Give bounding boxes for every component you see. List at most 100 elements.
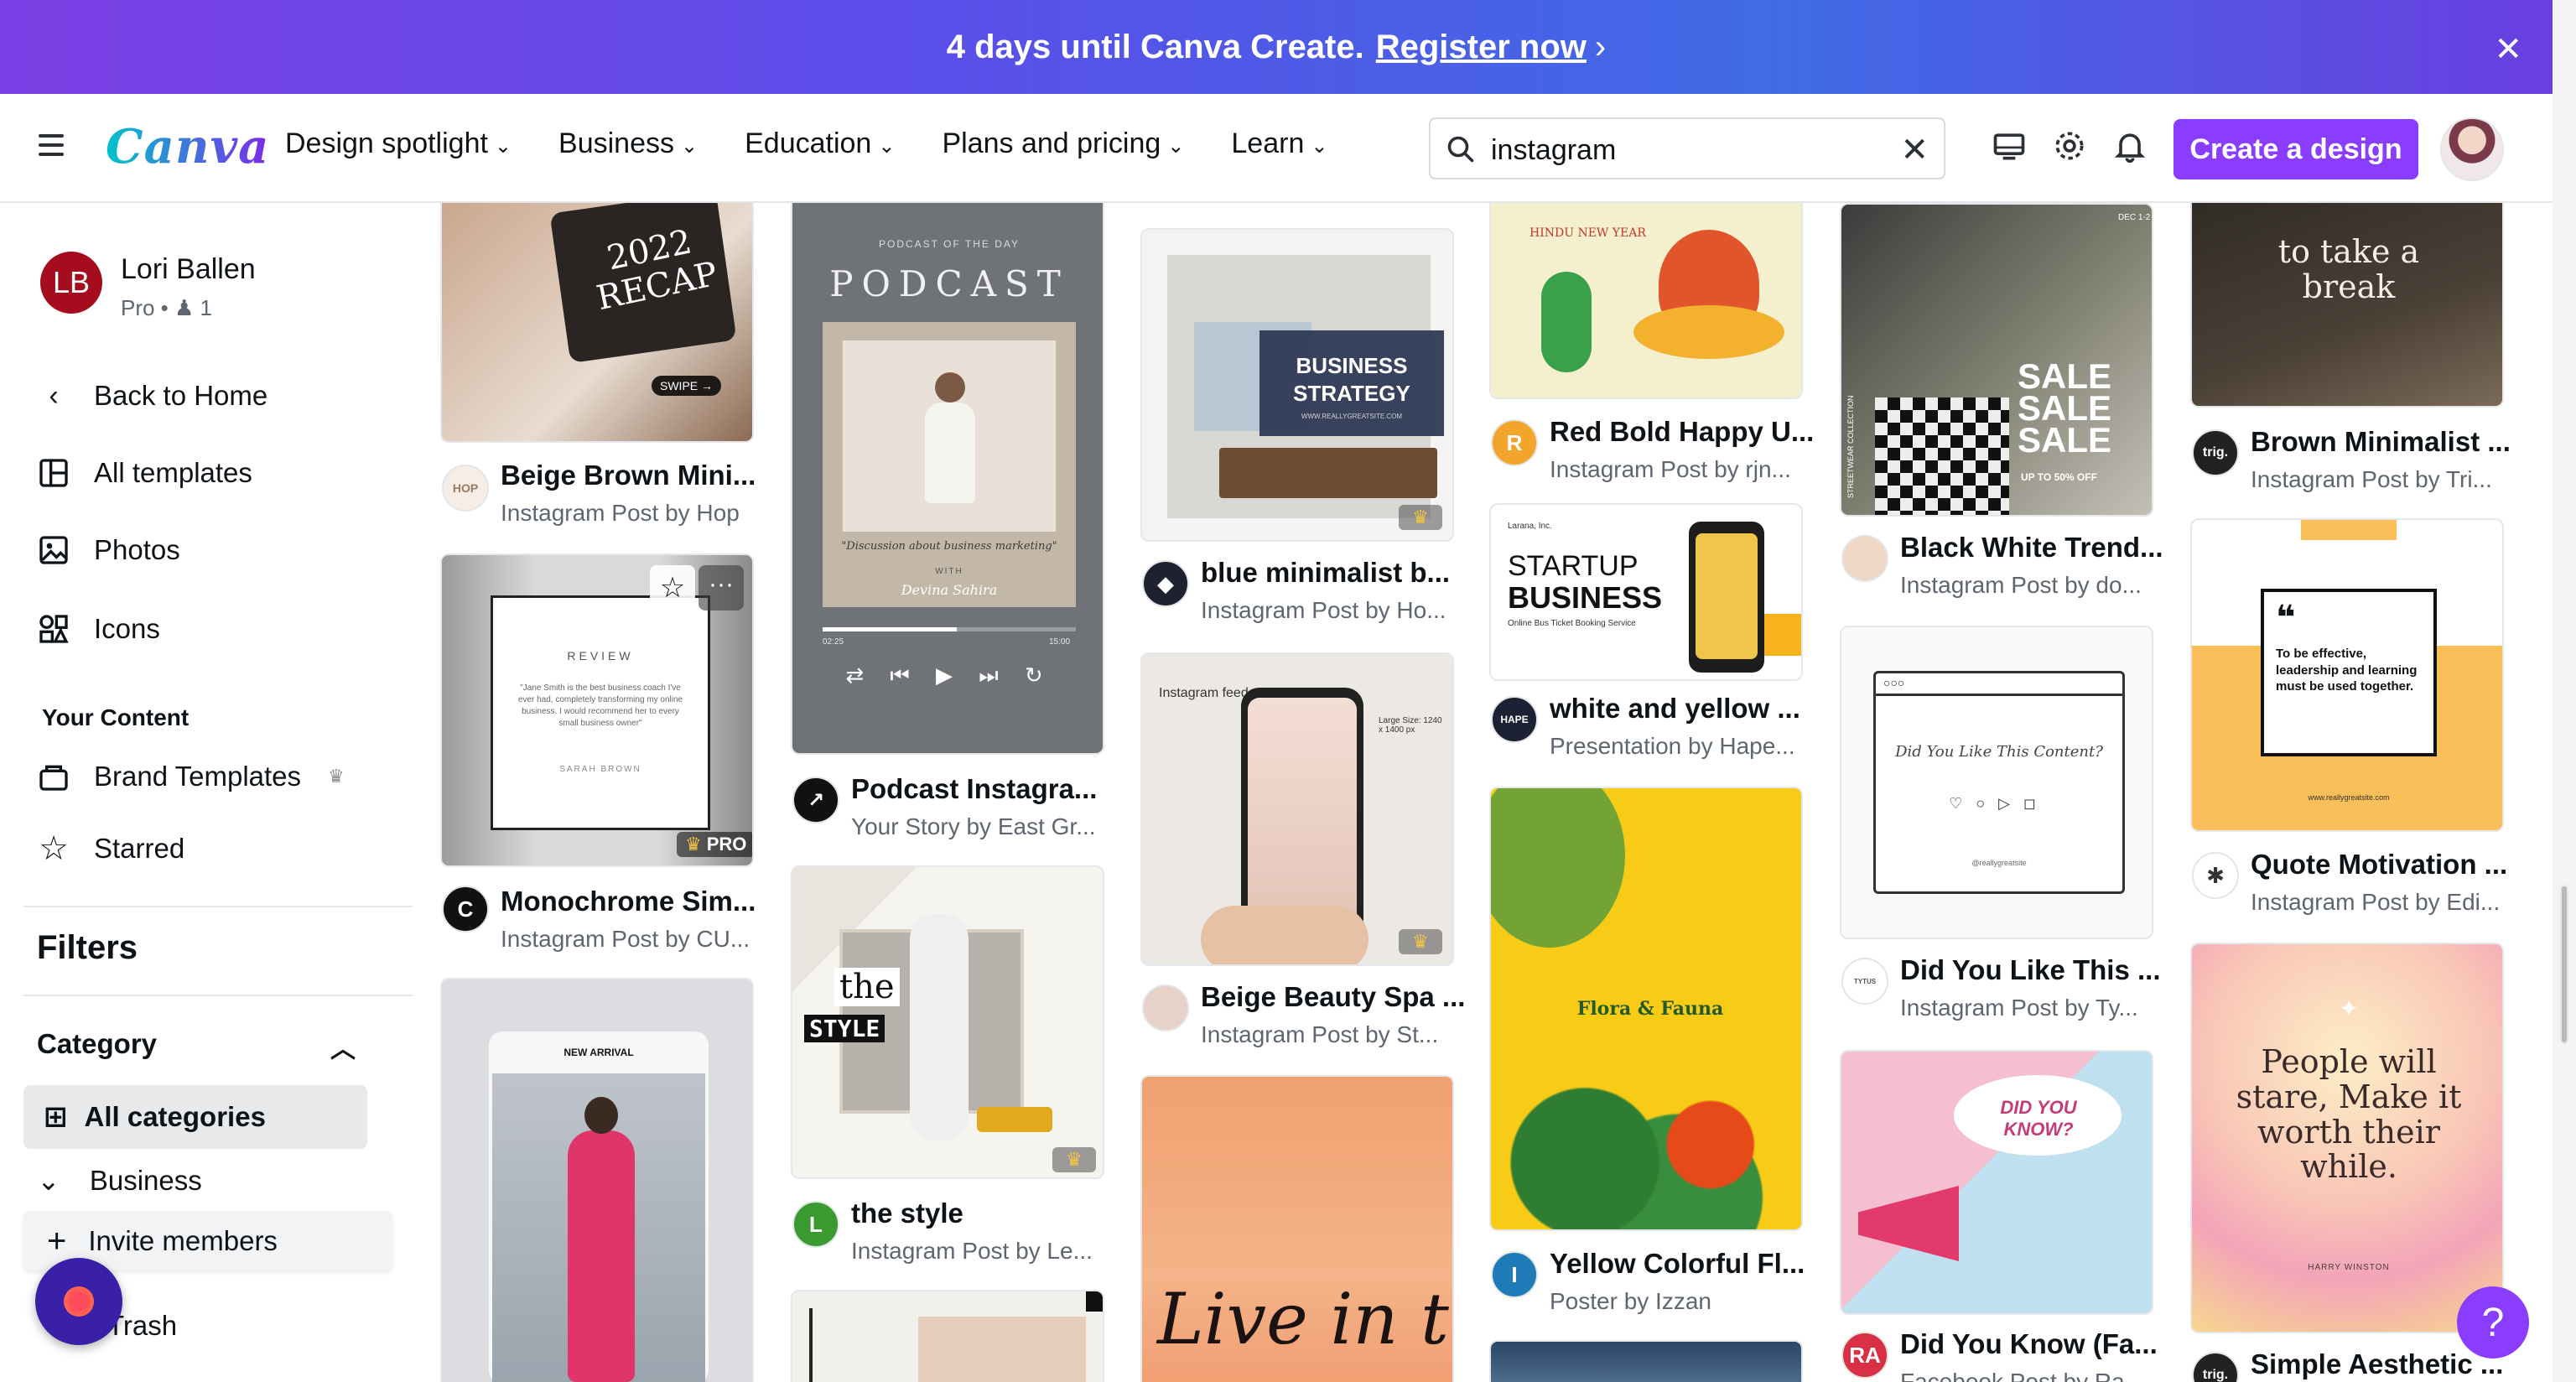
- close-banner-icon[interactable]: ✕: [2494, 30, 2522, 69]
- chevron-right-icon: ›: [1594, 28, 1607, 65]
- thumb-url: www.reallygreatsite.com: [2308, 793, 2390, 802]
- logo-icon: ↗: [807, 788, 825, 812]
- template-title[interactable]: Podcast Instagra...: [851, 773, 1119, 805]
- template-title[interactable]: Monochrome Sim...: [501, 886, 769, 917]
- creator-avatar[interactable]: ✱: [2192, 852, 2239, 899]
- template-thumbnail[interactable]: 2022 RECAP SWIPE →: [440, 203, 754, 443]
- main-nav: Design spotlight ⌄ Business ⌄ Education ⌄ P…: [285, 127, 1374, 160]
- template-subtitle: Facebook Post by Ra...: [1900, 1369, 2145, 1382]
- template-thumbnail[interactable]: Larana, Inc. STARTUP BUSINESS Online Bus…: [1489, 503, 1803, 681]
- template-thumbnail[interactable]: Instagram feed Large Size: 1240 x 1400 p…: [1140, 652, 1454, 966]
- search-input[interactable]: instagram: [1491, 134, 1616, 167]
- register-now-link[interactable]: Register now: [1376, 29, 1587, 66]
- creator-avatar[interactable]: HOP: [442, 465, 489, 512]
- thumb-by: HARRY WINSTON: [2308, 1263, 2390, 1272]
- scrollbar-thumb[interactable]: [2560, 885, 2568, 1044]
- template-thumbnail[interactable]: the STYLE ♛: [791, 865, 1104, 1179]
- template-thumbnail[interactable]: Live in the: [1140, 1075, 1454, 1382]
- assistant-icon: [64, 1286, 94, 1317]
- bell-icon[interactable]: [2111, 127, 2148, 164]
- sidebar-item-icons[interactable]: Icons: [37, 612, 160, 646]
- filters-heading: Filters: [37, 929, 138, 966]
- nav-plans-pricing[interactable]: Plans and pricing ⌄: [942, 127, 1184, 160]
- creator-avatar[interactable]: R: [1491, 419, 1538, 466]
- template-thumbnail[interactable]: HINDU NEW YEAR: [1489, 203, 1803, 399]
- template-thumbnail[interactable]: STREETWEAR COLLECTION DEC 1-2 SALE SALE …: [1840, 203, 2153, 517]
- template-thumbnail[interactable]: [791, 1290, 1104, 1382]
- template-title[interactable]: Yellow Colorful Fl...: [1550, 1248, 1818, 1280]
- help-button[interactable]: ?: [2457, 1286, 2529, 1359]
- template-subtitle: Instagram Post by Ho...: [1201, 597, 1446, 623]
- filter-business[interactable]: ⌄ Business: [37, 1164, 202, 1197]
- nav-business[interactable]: Business ⌄: [558, 127, 698, 160]
- search-bar[interactable]: instagram ✕: [1429, 117, 1945, 179]
- creator-avatar[interactable]: HAPE: [1491, 696, 1538, 743]
- template-thumbnail[interactable]: ✦ People will stare, Make it worth their…: [2190, 943, 2504, 1333]
- nav-design-spotlight[interactable]: Design spotlight ⌄: [285, 127, 512, 160]
- thumb-quote: "Discussion about business marketing": [841, 540, 1057, 553]
- creator-avatar[interactable]: ↗: [792, 777, 839, 823]
- link-label: Starred: [94, 833, 185, 864]
- creator-avatar[interactable]: RA: [1841, 1332, 1888, 1379]
- back-to-home-link[interactable]: ‹ Back to Home: [37, 379, 267, 413]
- creator-avatar[interactable]: ◆: [1142, 560, 1189, 607]
- canva-logo[interactable]: Canva: [106, 119, 269, 174]
- template-title[interactable]: Beige Brown Mini...: [501, 460, 769, 491]
- thumb-label: HINDU NEW YEAR: [1530, 226, 1646, 240]
- creator-avatar[interactable]: TYTUS: [1841, 958, 1888, 1005]
- template-thumbnail[interactable]: PODCAST OF THE DAY PODCAST "Discussion a…: [791, 203, 1104, 755]
- star-icon[interactable]: ☆: [650, 565, 695, 610]
- creator-avatar[interactable]: [1841, 535, 1888, 582]
- creator-avatar[interactable]: L: [792, 1201, 839, 1248]
- clear-search-icon[interactable]: ✕: [1900, 131, 1929, 169]
- user-avatar[interactable]: [2440, 117, 2504, 181]
- template-title[interactable]: Did You Like This ...: [1900, 954, 2168, 986]
- template-title[interactable]: white and yellow ...: [1550, 693, 1818, 725]
- template-thumbnail[interactable]: to take a break: [2190, 203, 2504, 408]
- profile-plan: Pro • ♟ 1: [121, 295, 213, 320]
- template-title[interactable]: Did You Know (Fa...: [1900, 1328, 2168, 1360]
- filter-all-categories[interactable]: ⊞ All categories: [23, 1085, 367, 1149]
- template-title[interactable]: Red Bold Happy U...: [1550, 416, 1818, 448]
- template-title[interactable]: Quote Motivation ...: [2251, 849, 2519, 881]
- menu-icon[interactable]: [39, 134, 64, 156]
- sidebar-item-starred[interactable]: ☆ Starred: [37, 830, 185, 867]
- template-thumbnail[interactable]: DID YOU KNOW?: [1840, 1050, 2153, 1315]
- sidebar-item-photos[interactable]: Photos: [37, 533, 180, 567]
- sidebar-item-all-templates[interactable]: All templates: [37, 456, 252, 490]
- create-design-button[interactable]: Create a design: [2174, 119, 2418, 179]
- more-options-icon[interactable]: ···: [699, 565, 744, 610]
- profile-avatar[interactable]: LB: [40, 252, 102, 314]
- template-thumbnail[interactable]: Flora & Fauna: [1489, 787, 1803, 1231]
- creator-avatar[interactable]: trig.: [2192, 1352, 2239, 1382]
- template-title[interactable]: Brown Minimalist ...: [2251, 426, 2519, 458]
- template-title[interactable]: Beige Beauty Spa ...: [1201, 981, 1469, 1013]
- template-title[interactable]: the style: [851, 1198, 1119, 1229]
- creator-avatar[interactable]: [1142, 985, 1189, 1031]
- template-thumbnail[interactable]: ❝ To be effective, leadership and learni…: [2190, 518, 2504, 832]
- assistant-launcher-button[interactable]: [35, 1258, 122, 1345]
- template-thumbnail[interactable]: REVIEW "Jane Smith is the best business …: [440, 553, 754, 867]
- template-title[interactable]: Black White Trend...: [1900, 532, 2168, 564]
- top-header: Canva Design spotlight ⌄ Business ⌄ Educat…: [0, 94, 2553, 203]
- nav-education[interactable]: Education ⌄: [745, 127, 895, 160]
- chevron-down-icon: ⌄: [494, 135, 512, 158]
- page-scrollbar[interactable]: [2553, 0, 2576, 1382]
- template-thumbnail[interactable]: ○○○ Did You Like This Content? ♡○▷◻ @rea…: [1840, 626, 2153, 939]
- logo-icon: ✱: [2206, 862, 2225, 888]
- template-thumbnail[interactable]: [1489, 1340, 1803, 1382]
- gear-icon[interactable]: [2051, 127, 2088, 164]
- category-toggle[interactable]: Category ︿: [37, 1028, 356, 1065]
- sidebar-item-brand-templates[interactable]: Brand Templates ♛: [37, 760, 345, 793]
- creator-avatar[interactable]: trig.: [2192, 429, 2239, 476]
- template-thumbnail[interactable]: NEW ARRIVAL: [440, 978, 754, 1382]
- nav-learn[interactable]: Learn ⌄: [1231, 127, 1327, 160]
- creator-avatar[interactable]: I: [1491, 1251, 1538, 1298]
- template-thumbnail[interactable]: BUSINESS STRATEGY WWW.REALLYGREATSITE.CO…: [1140, 228, 1454, 542]
- thumb-overlay: BUSINESS STRATEGY: [1293, 353, 1410, 406]
- desktop-icon[interactable]: [1991, 127, 2028, 164]
- creator-avatar[interactable]: C: [442, 886, 489, 933]
- crown-icon: ♛: [1052, 1147, 1096, 1172]
- nav-label: Education: [745, 127, 872, 159]
- template-title[interactable]: blue minimalist b...: [1201, 557, 1469, 589]
